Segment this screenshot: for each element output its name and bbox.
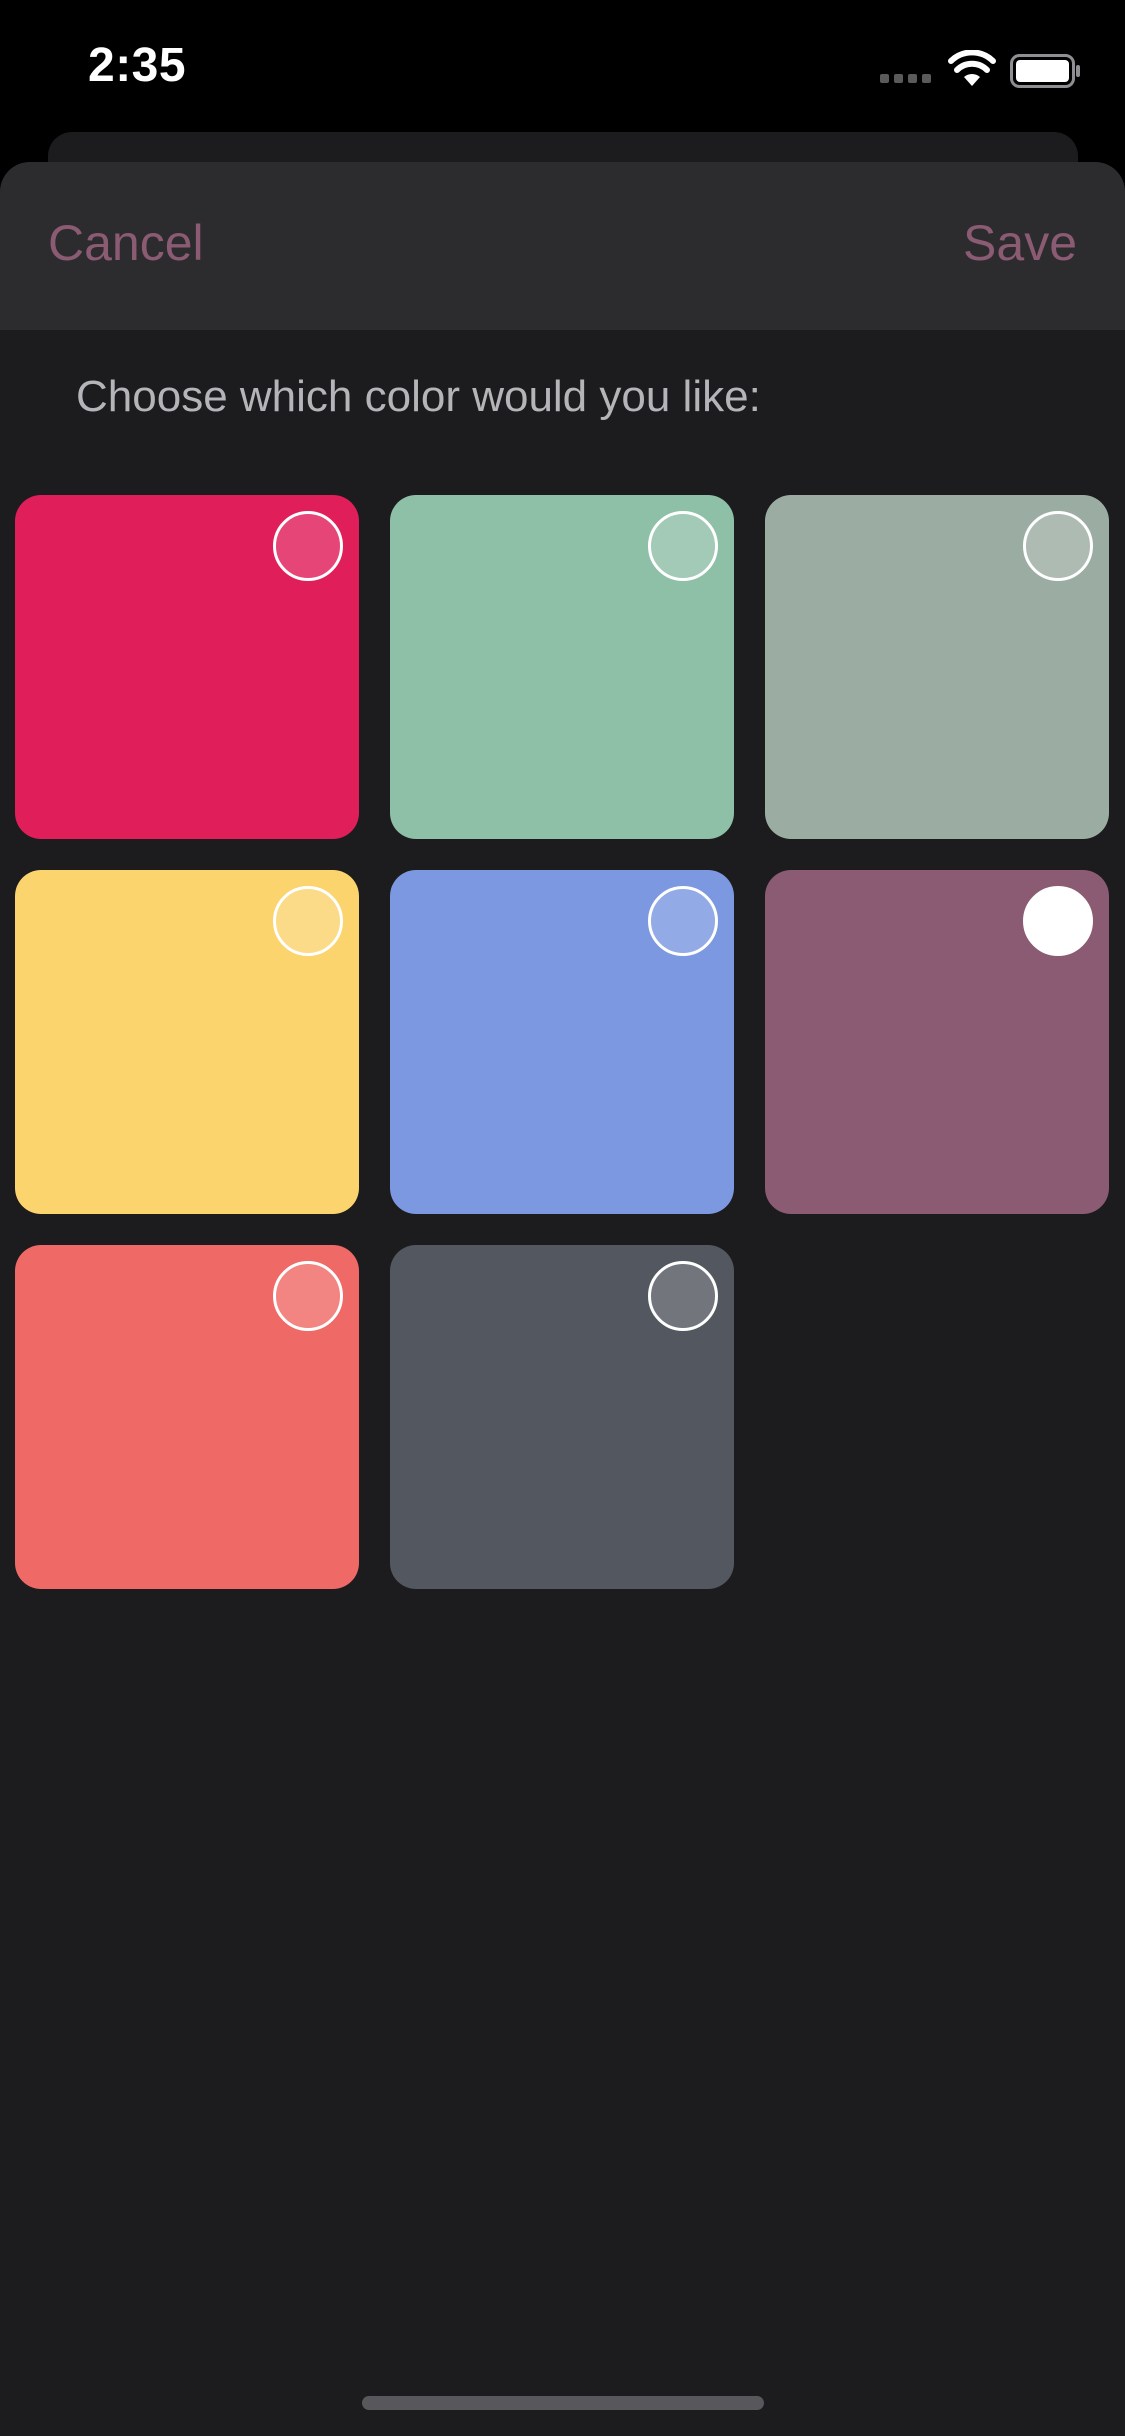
nav-bar: Cancel Save bbox=[0, 162, 1125, 330]
wifi-icon bbox=[948, 50, 996, 86]
color-swatch-mint[interactable] bbox=[390, 495, 734, 839]
cancel-button[interactable]: Cancel bbox=[48, 214, 204, 272]
color-swatch-coral[interactable] bbox=[15, 1245, 359, 1589]
color-picker-sheet: Cancel Save Choose which color would you… bbox=[0, 162, 1125, 2436]
radio-icon[interactable] bbox=[273, 886, 343, 956]
radio-icon[interactable] bbox=[273, 511, 343, 581]
home-indicator[interactable] bbox=[362, 2396, 764, 2410]
color-swatch-crimson[interactable] bbox=[15, 495, 359, 839]
prompt-text: Choose which color would you like: bbox=[76, 372, 761, 421]
signal-icon bbox=[880, 74, 934, 84]
status-time: 2:35 bbox=[88, 39, 187, 92]
battery-icon bbox=[1010, 54, 1080, 88]
radio-icon[interactable] bbox=[648, 511, 718, 581]
radio-selected-icon[interactable] bbox=[1023, 886, 1093, 956]
radio-icon[interactable] bbox=[648, 886, 718, 956]
color-swatch-sage-gray[interactable] bbox=[765, 495, 1109, 839]
color-swatch-yellow[interactable] bbox=[15, 870, 359, 1214]
color-swatch-slate[interactable] bbox=[390, 1245, 734, 1589]
save-button[interactable]: Save bbox=[963, 214, 1077, 272]
color-swatch-periwinkle[interactable] bbox=[390, 870, 734, 1214]
radio-icon[interactable] bbox=[1023, 511, 1093, 581]
radio-icon[interactable] bbox=[273, 1261, 343, 1331]
status-bar: 2:35 bbox=[0, 0, 1125, 140]
color-swatch-plum[interactable] bbox=[765, 870, 1109, 1214]
radio-icon[interactable] bbox=[648, 1261, 718, 1331]
